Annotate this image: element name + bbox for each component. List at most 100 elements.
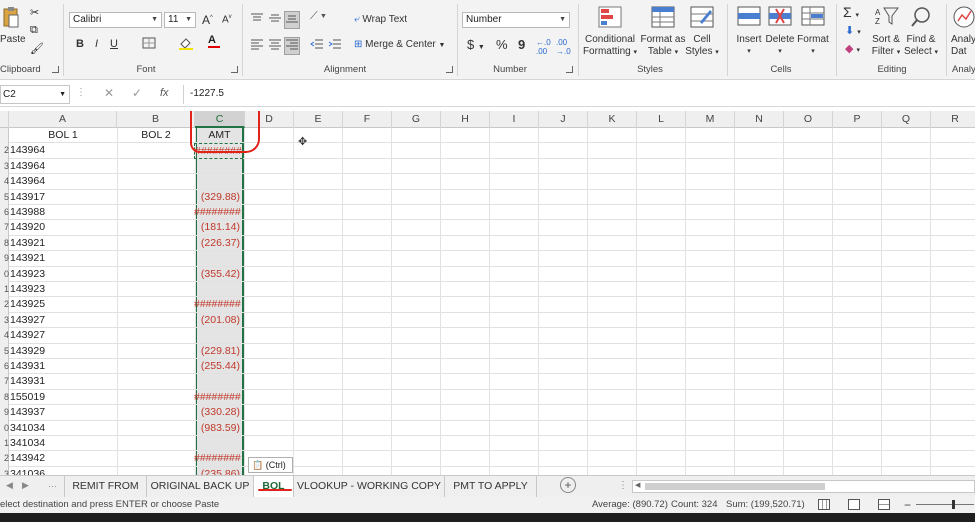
insert-function-button[interactable]: fx <box>160 87 169 99</box>
row-header[interactable]: 1 <box>0 436 9 451</box>
conditional-formatting-icon[interactable] <box>598 6 622 31</box>
scrollbar-thumb[interactable] <box>645 483 825 490</box>
cell-amt[interactable]: (226.37) <box>194 236 243 251</box>
format-painter-icon[interactable]: 🖌 <box>30 42 44 55</box>
column-header-l[interactable]: L <box>637 111 686 128</box>
align-middle-icon[interactable] <box>268 12 282 27</box>
cell-amt[interactable]: (329.88) <box>194 190 243 205</box>
row-header[interactable]: 7 <box>0 220 9 235</box>
name-box[interactable]: C2 ▼ <box>0 85 70 104</box>
zoom-slider[interactable] <box>916 504 974 505</box>
row-header[interactable]: 6 <box>0 359 9 374</box>
copy-icon[interactable]: ⧉ <box>30 24 38 37</box>
cell-amt[interactable]: (201.08) <box>194 313 243 328</box>
analyze-data-icon[interactable] <box>953 6 975 31</box>
insert-cells-icon[interactable] <box>737 6 761 29</box>
delete-cells-icon[interactable] <box>768 6 792 29</box>
alignment-launcher[interactable] <box>446 66 453 73</box>
cell-bol-1[interactable]: 143964 <box>10 143 115 158</box>
clipboard-launcher[interactable] <box>52 66 59 73</box>
cell-bol-1[interactable]: 341034 <box>10 436 115 451</box>
zoom-slider-thumb[interactable] <box>952 500 955 509</box>
cell-bol-1[interactable]: 143931 <box>10 359 115 374</box>
align-left-icon[interactable] <box>250 38 264 53</box>
column-header-f[interactable]: F <box>343 111 392 128</box>
tab-scroll-right-icon[interactable]: ▶ <box>22 480 29 491</box>
cell-amt[interactable] <box>194 159 243 174</box>
cell-amt[interactable]: (181.14) <box>194 220 243 235</box>
cell-amt[interactable]: (235.86) <box>194 467 243 475</box>
cell-bol-1[interactable]: 143923 <box>10 282 115 297</box>
tab-scroll-left-icon[interactable]: ◀ <box>6 480 13 491</box>
clear-icon[interactable]: ◆ ▾ <box>845 42 860 55</box>
formula-input[interactable]: -1227.5 <box>183 85 975 104</box>
cell-area[interactable]: BOL 1 BOL 2 AMT 143964 ######## 143964 1439… <box>9 128 975 475</box>
cell-bol-1[interactable]: 341036 <box>10 467 115 475</box>
tab-vlookup-working-copy[interactable]: VLOOKUP - WORKING COPY <box>294 476 445 497</box>
row-header[interactable]: 2 <box>0 451 9 466</box>
row-header[interactable]: 5 <box>0 190 9 205</box>
grow-font-button[interactable]: A^ <box>202 13 213 27</box>
cell-bol-1[interactable]: 143917 <box>10 190 115 205</box>
scroll-left-icon[interactable]: ◀ <box>635 481 640 489</box>
cell-amt[interactable] <box>194 374 243 389</box>
column-header-n[interactable]: N <box>735 111 784 128</box>
decrease-decimal-icon[interactable]: .00 →.0 <box>556 38 571 56</box>
cell-amt[interactable]: (229.81) <box>194 344 243 359</box>
cell-amt[interactable]: ######## <box>194 390 243 405</box>
row-header[interactable]: 0 <box>0 421 9 436</box>
horizontal-scrollbar[interactable]: ◀ <box>632 480 975 493</box>
delete-button[interactable]: Delete ▾ <box>762 34 798 58</box>
tab-original-back-up[interactable]: ORIGINAL BACK UP <box>147 476 254 497</box>
column-header-j[interactable]: J <box>539 111 588 128</box>
cell-styles-icon[interactable] <box>690 6 714 31</box>
cell-bol-1[interactable]: 143921 <box>10 251 115 266</box>
paste-icon[interactable] <box>2 6 20 30</box>
percent-button[interactable]: % <box>496 37 508 52</box>
tab-pmt-to-apply[interactable]: PMT TO APPLY <box>445 476 537 497</box>
underline-button[interactable]: U <box>110 38 118 50</box>
column-header-h[interactable]: H <box>441 111 490 128</box>
tab-remit-from[interactable]: REMIT FROM <box>64 476 147 497</box>
column-header-o[interactable]: O <box>784 111 833 128</box>
font-name-select[interactable]: Calibri ▼ <box>69 12 162 28</box>
cell-styles-button[interactable]: Cell Styles ▾ <box>682 34 722 59</box>
row-header[interactable]: 7 <box>0 374 9 389</box>
worksheet-grid[interactable]: A B C D E F G H I J K L M N O P Q R 2345… <box>0 111 975 475</box>
column-header-b[interactable]: B <box>117 111 195 128</box>
cell-amt[interactable] <box>194 174 243 189</box>
row-header[interactable]: 2 <box>0 297 9 312</box>
page-layout-view-icon[interactable] <box>848 499 860 510</box>
orientation-icon[interactable]: ⟋ ▾ <box>310 10 326 23</box>
cell-bol-1[interactable]: 143964 <box>10 174 115 189</box>
row-header[interactable]: 0 <box>0 267 9 282</box>
row-header[interactable]: 1 <box>0 282 9 297</box>
row-header[interactable]: 6 <box>0 205 9 220</box>
paste-button[interactable]: Paste <box>0 34 26 46</box>
align-bottom-icon[interactable] <box>284 11 300 29</box>
conditional-formatting-button[interactable]: Conditional Formatting ▾ <box>580 34 640 59</box>
align-top-icon[interactable] <box>250 12 264 27</box>
cell-amt[interactable]: ######## <box>194 205 243 220</box>
find-select-icon[interactable] <box>910 6 932 31</box>
row-header[interactable]: 5 <box>0 344 9 359</box>
sort-filter-icon[interactable]: AZ <box>875 6 899 29</box>
enter-icon[interactable]: ✓ <box>132 86 142 100</box>
cell-bol-1[interactable]: 143988 <box>10 205 115 220</box>
cell-bol-1[interactable]: 143923 <box>10 267 115 282</box>
cell-amt[interactable] <box>194 251 243 266</box>
analyze-data-button[interactable]: Analy Dat <box>951 34 975 58</box>
cell-amt[interactable]: (255.44) <box>194 359 243 374</box>
increase-indent-icon[interactable] <box>328 38 342 53</box>
column-header-k[interactable]: K <box>588 111 637 128</box>
cell-bol-1[interactable]: 143964 <box>10 159 115 174</box>
row-header[interactable]: 9 <box>0 251 9 266</box>
column-header-m[interactable]: M <box>686 111 735 128</box>
cell-bol-1[interactable]: 155019 <box>10 390 115 405</box>
paste-options-button[interactable]: 📋 (Ctrl) ▼ <box>248 457 293 473</box>
cancel-icon[interactable]: ✕ <box>104 86 114 100</box>
format-button[interactable]: Format ▾ <box>794 34 832 58</box>
cell-bol-1[interactable]: 143937 <box>10 405 115 420</box>
tabs-splitter[interactable]: ⋮ <box>618 480 628 491</box>
increase-decimal-icon[interactable]: ←.0.00 <box>536 38 551 56</box>
